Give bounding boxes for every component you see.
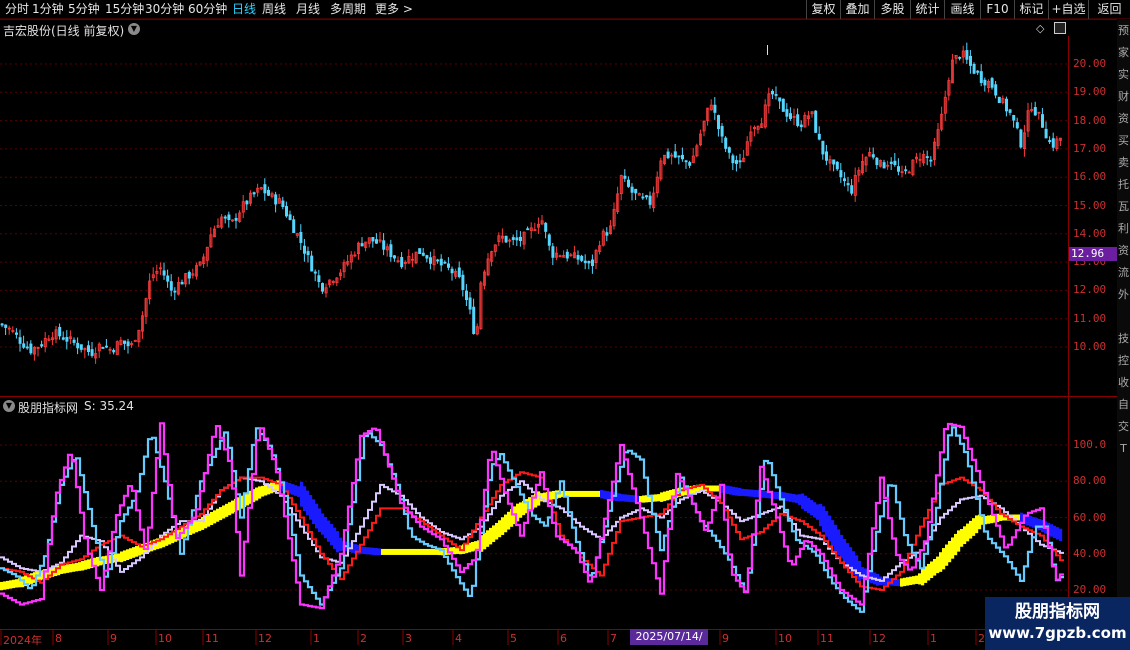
x-axis-label: 12 bbox=[872, 632, 886, 645]
side-tab[interactable]: 财 bbox=[1117, 90, 1130, 104]
price-y-tick: 20.00 bbox=[1073, 57, 1107, 70]
indicator-y-tick: 80.00 bbox=[1073, 474, 1107, 488]
price-y-tick: 18.00 bbox=[1073, 113, 1107, 127]
x-axis-label: 11 bbox=[820, 632, 834, 645]
side-tab[interactable]: 资 bbox=[1117, 244, 1130, 258]
x-axis-label: 2 bbox=[978, 632, 985, 645]
watermark-url: www.7gpzb.com bbox=[988, 624, 1127, 642]
x-axis-label: 2024年 bbox=[3, 634, 42, 647]
x-axis-label: 5 bbox=[510, 632, 517, 645]
x-axis-label: 1 bbox=[930, 632, 937, 645]
x-axis-label: 2 bbox=[360, 632, 367, 645]
right-side-tabs[interactable]: 预家实财资买卖托瓦利资流外技控收自交T bbox=[1117, 20, 1130, 630]
x-axis-label: 8 bbox=[55, 632, 62, 645]
side-tab[interactable]: 卖 bbox=[1117, 156, 1130, 170]
side-tab[interactable]: 收 bbox=[1117, 376, 1130, 390]
x-axis-label: 7 bbox=[610, 632, 617, 645]
indicator-y-tick: 60.00 bbox=[1073, 510, 1107, 524]
cursor-date-label: 2025/07/14/— bbox=[630, 629, 708, 650]
side-tab[interactable]: 利 bbox=[1117, 222, 1130, 236]
x-axis-label: 4 bbox=[455, 632, 462, 645]
x-axis-label: 9 bbox=[110, 632, 117, 645]
price-y-tick: 19.00 bbox=[1073, 85, 1107, 99]
indicator-y-tick: 20.00 bbox=[1073, 583, 1107, 596]
price-y-tick: 12.00 bbox=[1073, 283, 1107, 297]
side-tab[interactable]: 外 bbox=[1117, 288, 1130, 302]
side-tab[interactable]: 技 bbox=[1117, 332, 1130, 346]
price-y-tick: 16.00 bbox=[1073, 170, 1107, 184]
x-axis-label: 6 bbox=[560, 632, 567, 645]
watermark: 股朋指标网 www.7gpzb.com bbox=[985, 597, 1130, 650]
indicator-y-tick: 40.00 bbox=[1073, 546, 1107, 560]
side-tab[interactable]: 流 bbox=[1117, 266, 1130, 280]
x-axis-label: 10 bbox=[158, 632, 172, 645]
side-tab[interactable]: T bbox=[1117, 442, 1130, 456]
price-y-tick: 15.00 bbox=[1073, 198, 1107, 212]
side-tab[interactable]: 买 bbox=[1117, 134, 1130, 148]
chart-frame bbox=[0, 19, 1117, 645]
x-axis-label: 3 bbox=[405, 632, 412, 645]
side-tab[interactable]: 资 bbox=[1117, 112, 1130, 126]
watermark-title: 股朋指标网 bbox=[1015, 602, 1100, 622]
x-axis-label: 11 bbox=[205, 632, 219, 645]
x-axis-label: 10 bbox=[778, 632, 792, 645]
price-y-tick: 17.00 bbox=[1073, 141, 1107, 155]
side-tab[interactable]: 自 bbox=[1117, 398, 1130, 412]
x-axis-label: 9 bbox=[722, 632, 729, 645]
x-axis-label: 12 bbox=[258, 632, 272, 645]
side-tab[interactable]: 实 bbox=[1117, 68, 1130, 82]
side-tab[interactable]: 交 bbox=[1117, 420, 1130, 434]
side-tab[interactable]: 家 bbox=[1117, 46, 1130, 60]
price-y-tick: 11.00 bbox=[1073, 311, 1107, 325]
price-y-tick: 10.00 bbox=[1073, 340, 1107, 353]
x-axis-label: 1 bbox=[313, 632, 320, 645]
side-tab[interactable]: 托 bbox=[1117, 178, 1130, 192]
side-tab[interactable]: 预 bbox=[1117, 24, 1130, 38]
price-y-tick: 14.00 bbox=[1073, 226, 1107, 240]
current-price-tag: 12.96 bbox=[1069, 247, 1117, 261]
indicator-y-tick: 100.0 bbox=[1073, 438, 1107, 451]
side-tab[interactable]: 控 bbox=[1117, 354, 1130, 368]
side-tab[interactable]: 瓦 bbox=[1117, 200, 1130, 214]
